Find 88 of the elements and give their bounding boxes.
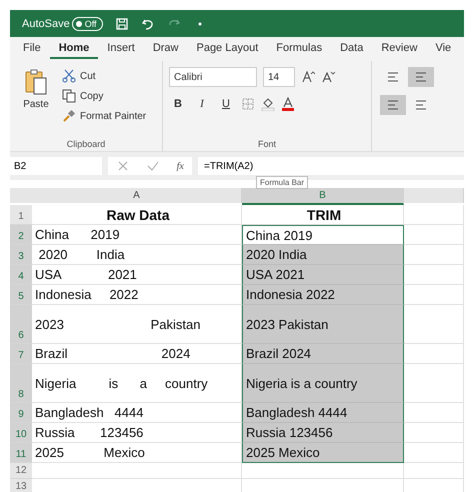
row-header[interactable]: 5	[10, 285, 32, 305]
table-cell: China 2019	[242, 225, 404, 245]
ribbon-tab[interactable]: Page Layout	[187, 39, 268, 59]
insert-function-button[interactable]: fx	[176, 160, 184, 172]
bold-button[interactable]: B	[169, 95, 187, 113]
table-cell	[404, 205, 464, 225]
cut-button[interactable]: Cut	[62, 69, 146, 83]
shrink-font-icon[interactable]	[321, 70, 335, 84]
row-header[interactable]: 2	[10, 225, 32, 245]
table-cell	[404, 265, 464, 285]
tooltip: Formula Bar	[256, 176, 308, 189]
copy-icon[interactable]	[62, 89, 76, 103]
row-header[interactable]: 7	[10, 344, 32, 364]
paste-button[interactable]: Paste	[23, 99, 49, 110]
align-middle-button[interactable]	[408, 67, 434, 87]
table-cell: Indonesia 2022	[242, 285, 404, 305]
borders-icon[interactable]	[241, 97, 255, 111]
name-box[interactable]: B2	[10, 157, 102, 175]
row-header[interactable]: 12	[10, 463, 32, 479]
autosave-label: AutoSave	[22, 18, 70, 30]
font-color-icon[interactable]	[281, 97, 295, 111]
table-cell: Brazil 2024	[32, 344, 242, 364]
row-header[interactable]: 13	[10, 479, 32, 492]
brush-icon[interactable]	[62, 109, 76, 123]
table-cell: 2020 India	[242, 245, 404, 265]
format-painter-button[interactable]: Format Painter	[62, 109, 146, 123]
table-cell: Brazil 2024	[242, 344, 404, 364]
table-cell	[404, 364, 464, 403]
table-cell: China 2019	[32, 225, 242, 245]
row-header[interactable]: 4	[10, 265, 32, 285]
table-cell	[404, 225, 464, 245]
table-cell: USA 2021	[242, 265, 404, 285]
row-header[interactable]: 1	[10, 205, 32, 225]
formula-field[interactable]: =TRIM(A2)	[198, 157, 464, 175]
row-header[interactable]: 10	[10, 423, 32, 443]
ribbon-tab[interactable]: Review	[372, 39, 426, 59]
table-cell: Nigeria is a country	[242, 364, 404, 403]
table-cell: 2020 India	[32, 245, 242, 265]
italic-button[interactable]: I	[193, 95, 211, 113]
row-header[interactable]: 3	[10, 245, 32, 265]
autosave-toggle[interactable]: Off	[72, 16, 103, 30]
table-cell: Indonesia 2022	[32, 285, 242, 305]
ribbon-tab[interactable]: Draw	[144, 39, 188, 59]
table-cell	[404, 305, 464, 344]
row-header[interactable]: 11	[10, 443, 32, 463]
row-header[interactable]: 8	[10, 364, 32, 403]
table-cell: Raw Data	[32, 205, 242, 225]
grow-font-icon[interactable]	[301, 70, 315, 84]
align-middle-icon[interactable]	[414, 70, 428, 84]
copy-button[interactable]: Copy	[62, 89, 146, 103]
column-header[interactable]: A	[32, 188, 242, 203]
row-header[interactable]: 9	[10, 403, 32, 423]
table-cell: Russia 123456	[32, 423, 242, 443]
ribbon-tab[interactable]: Vie	[426, 39, 460, 59]
table-cell: 2023 Pakistan	[242, 305, 404, 344]
table-cell	[404, 463, 464, 479]
table-cell: Russia 123456	[242, 423, 404, 443]
table-cell	[404, 443, 464, 463]
scissors-icon[interactable]	[62, 69, 76, 83]
save-icon[interactable]	[114, 16, 129, 30]
paste-icon[interactable]	[23, 67, 49, 95]
table-cell: 2025 Mexico	[242, 443, 404, 463]
row-header[interactable]: 6	[10, 305, 32, 344]
font-name-field[interactable]: Calibri	[169, 67, 257, 87]
table-cell	[404, 423, 464, 443]
ribbon-tab[interactable]: Formulas	[267, 39, 332, 59]
table-cell: 2025 Mexico	[32, 443, 242, 463]
fill-color-icon[interactable]	[261, 97, 275, 111]
align-left-icon[interactable]	[386, 98, 400, 112]
font-size-field[interactable]: 14	[263, 67, 295, 87]
table-cell	[404, 403, 464, 423]
table-cell	[404, 344, 464, 364]
table-cell: Bangladesh 4444	[32, 403, 242, 423]
column-header[interactable]: B	[242, 188, 404, 205]
underline-button[interactable]: U	[217, 95, 235, 113]
ribbon-tab[interactable]: Data	[331, 39, 372, 59]
ribbon-tab[interactable]: Insert	[98, 39, 144, 59]
table-cell	[404, 245, 464, 265]
table-cell	[404, 285, 464, 305]
ribbon-tab[interactable]: Home	[50, 39, 98, 59]
table-cell: USA 2021	[32, 265, 242, 285]
align-center-icon[interactable]	[414, 98, 428, 112]
group-label: Clipboard	[66, 139, 106, 149]
group-label: Font	[256, 139, 277, 149]
ribbon-tab[interactable]: File	[14, 39, 50, 59]
align-top-icon[interactable]	[386, 70, 400, 84]
align-left-button[interactable]	[380, 95, 406, 115]
table-cell: Bangladesh 4444	[242, 403, 404, 423]
